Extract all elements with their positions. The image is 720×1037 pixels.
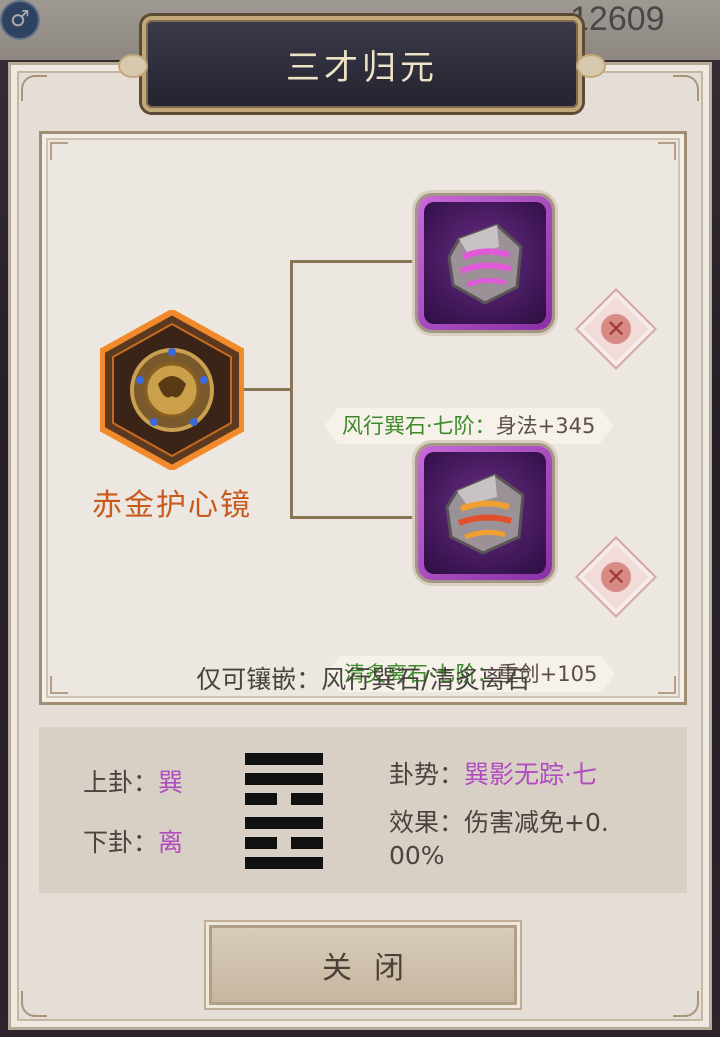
panel-corner bbox=[50, 142, 68, 160]
yin-line bbox=[245, 793, 277, 805]
gem-slot-inner bbox=[424, 202, 546, 324]
trigram-effect: 效果：伤害减免+0. bbox=[389, 803, 609, 839]
equipment-slot[interactable] bbox=[99, 308, 245, 472]
yang-line bbox=[245, 857, 323, 869]
yang-line bbox=[245, 753, 323, 765]
yang-line bbox=[245, 817, 323, 829]
lower-trigram-label: 下卦： bbox=[83, 828, 159, 857]
connector-line bbox=[290, 260, 293, 518]
dialog-title: 三才归元 bbox=[286, 47, 438, 88]
remove-gem-1-button[interactable]: ✕ bbox=[574, 287, 658, 371]
gem-inlay-dialog: 赤金护心镜 风行巽石·七阶：身法+345 ✕ 清炙离石·七阶：重创+105 ✕ … bbox=[8, 62, 712, 1030]
upper-trigram-label: 上卦： bbox=[83, 768, 159, 797]
corner-ornament bbox=[21, 991, 47, 1017]
lower-trigram: 下卦：离 bbox=[83, 823, 183, 859]
connector-line bbox=[240, 388, 292, 391]
remove-gem-2-button[interactable]: ✕ bbox=[574, 535, 658, 619]
upper-trigram-value: 巽 bbox=[158, 768, 184, 797]
trigram-trend: 卦势：巽影无踪·七 bbox=[389, 755, 597, 791]
yang-line bbox=[245, 773, 323, 785]
connector-line bbox=[290, 516, 418, 519]
lower-trigram-value: 离 bbox=[158, 828, 184, 857]
title-ornament bbox=[118, 54, 148, 78]
inlay-hint: 仅可镶嵌：风行巽石/清炙离石 bbox=[196, 665, 530, 694]
bronze-mirror-icon bbox=[99, 308, 245, 472]
gem-1-description: 风行巽石·七阶：身法+345 bbox=[324, 408, 613, 444]
title-ornament bbox=[576, 54, 606, 78]
gem-1-stat: 身法+345 bbox=[495, 414, 596, 438]
yin-line bbox=[291, 837, 323, 849]
yin-line bbox=[291, 793, 323, 805]
close-icon: ✕ bbox=[601, 562, 631, 592]
dialog-title-plate: 三才归元 bbox=[118, 16, 606, 112]
trend-value: 巽影无踪·七 bbox=[464, 760, 597, 789]
effect-value-line1: 伤害减免+0. bbox=[464, 808, 609, 837]
effect-value-line2: 00% bbox=[389, 841, 445, 870]
yin-line bbox=[245, 837, 277, 849]
fire-rune-stone-icon bbox=[445, 473, 525, 555]
gem-slot-2[interactable] bbox=[418, 446, 552, 580]
effect-label: 效果： bbox=[389, 808, 465, 837]
corner-ornament bbox=[673, 75, 699, 101]
close-button[interactable]: 关闭 bbox=[209, 925, 517, 1005]
close-icon: ✕ bbox=[601, 314, 631, 344]
gem-1-name: 风行巽石·七阶： bbox=[342, 414, 496, 438]
corner-ornament bbox=[21, 75, 47, 101]
inlay-panel: 赤金护心镜 风行巽石·七阶：身法+345 ✕ 清炙离石·七阶：重创+105 ✕ … bbox=[39, 131, 687, 705]
trigram-panel: 上卦：巽 下卦：离 卦势：巽影无踪·七 效果：伤害减免+0. 00% bbox=[39, 727, 687, 893]
gem-slot-inner bbox=[424, 452, 546, 574]
panel-corner bbox=[658, 142, 676, 160]
purple-rune-stone-icon bbox=[447, 223, 523, 305]
equipment-name: 赤金护心镜 bbox=[92, 488, 252, 523]
upper-trigram: 上卦：巽 bbox=[83, 763, 183, 799]
hexagram-icon bbox=[245, 753, 323, 871]
corner-ornament bbox=[673, 991, 699, 1017]
trend-label: 卦势： bbox=[389, 760, 465, 789]
connector-line bbox=[290, 260, 418, 263]
gem-slot-1[interactable] bbox=[418, 196, 552, 330]
